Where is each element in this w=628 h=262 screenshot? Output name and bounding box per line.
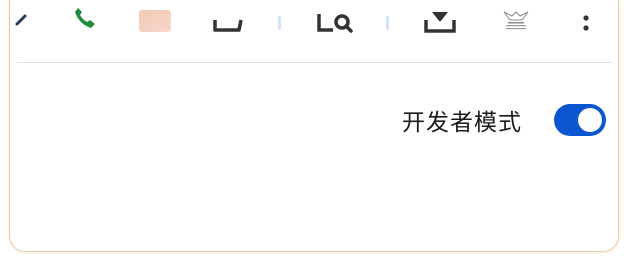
more-options-button[interactable] [576, 0, 596, 38]
phone-icon [69, 0, 99, 34]
developer-mode-toggle[interactable] [554, 104, 606, 136]
site-logo-icon [498, 0, 534, 34]
find-in-page-button[interactable] [312, 0, 356, 38]
download-button[interactable] [420, 0, 460, 38]
more-options-icon [580, 0, 592, 34]
developer-mode-row[interactable]: 开发者模式 [402, 100, 606, 140]
share-icon [211, 0, 245, 34]
share-button[interactable] [208, 0, 248, 38]
toolbar-separator [386, 16, 389, 30]
browser-toolbar [10, 0, 618, 62]
toolbar-divider [17, 62, 613, 63]
site-logo [496, 0, 536, 38]
back-arrow-icon [13, 0, 29, 30]
app-thumbnail-icon [137, 0, 173, 34]
back-button[interactable] [10, 0, 32, 38]
developer-mode-label: 开发者模式 [402, 110, 522, 136]
find-in-page-icon [313, 0, 355, 34]
download-icon [422, 0, 458, 36]
call-button[interactable] [66, 0, 102, 38]
popup-panel: 开发者模式 [9, 0, 619, 252]
toggle-knob [578, 108, 602, 132]
toolbar-separator [278, 16, 281, 30]
app-thumbnail[interactable] [136, 0, 174, 38]
